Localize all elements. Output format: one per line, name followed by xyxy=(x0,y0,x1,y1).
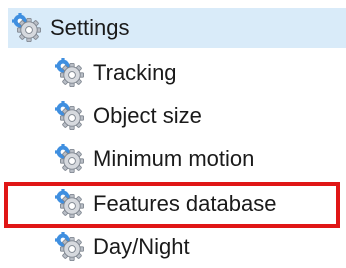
tree-item-label: Day/Night xyxy=(93,234,190,259)
gear-icon xyxy=(55,58,85,88)
gear-icon xyxy=(55,232,85,262)
tree-item-day-night[interactable]: Day/Night xyxy=(55,227,190,267)
highlight-annotation-box xyxy=(4,182,340,228)
tree-item-object-size[interactable]: Object size xyxy=(55,96,202,136)
gear-icon xyxy=(55,144,85,174)
tree-item-label: Object size xyxy=(93,103,202,128)
tree-item-tracking[interactable]: Tracking xyxy=(55,53,177,93)
gear-icon xyxy=(12,13,42,43)
tree-item-label: Tracking xyxy=(93,60,177,85)
tree-item-label: Settings xyxy=(50,15,130,40)
tree-item-minimum-motion[interactable]: Minimum motion xyxy=(55,139,254,179)
tree-item-settings[interactable]: Settings xyxy=(8,8,346,48)
settings-tree: Settings Tracking Object size Minimum mo… xyxy=(0,0,346,268)
gear-icon xyxy=(55,101,85,131)
tree-item-label: Minimum motion xyxy=(93,146,255,171)
